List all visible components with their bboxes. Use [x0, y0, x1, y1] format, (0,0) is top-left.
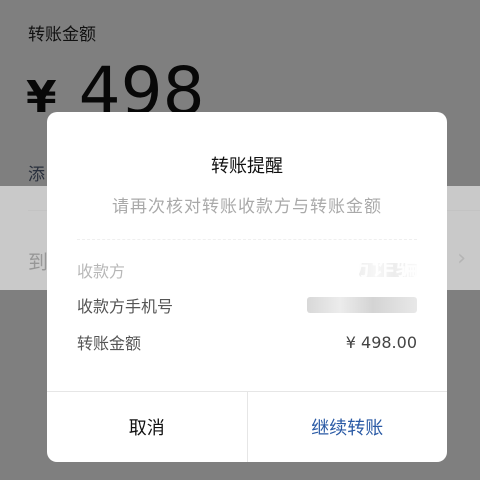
payee-label: 收款方 — [77, 262, 126, 281]
dialog-footer: 取消 继续转账 — [47, 392, 447, 462]
reminder-text: 请再次核对转账收款方与转账金额 — [112, 197, 382, 217]
payee-phone-row: 收款方手机号 — [77, 294, 417, 316]
transfer-amount-value: ¥ 498.00 — [345, 332, 417, 352]
payee-row: 收款方 — [77, 259, 417, 281]
dialog-title: 转账提醒 — [211, 156, 283, 177]
payee-phone-value-redacted — [307, 297, 417, 313]
transfer-amount-row: 转账金额 ¥ 498.00 — [77, 331, 417, 354]
payee-phone-label: 收款方手机号 — [77, 297, 174, 316]
continue-transfer-button[interactable]: 继续转账 — [248, 392, 448, 462]
transfer-amount-label: 转账金额 — [77, 334, 142, 353]
payee-value-redacted — [359, 263, 417, 277]
dialog-divider — [77, 239, 417, 240]
cancel-button[interactable]: 取消 — [47, 392, 248, 462]
transfer-reminder-dialog: 转账提醒 请再次核对转账收款方与转账金额 收款方 收款方手机号 转账金额 ¥ 4… — [47, 112, 447, 462]
